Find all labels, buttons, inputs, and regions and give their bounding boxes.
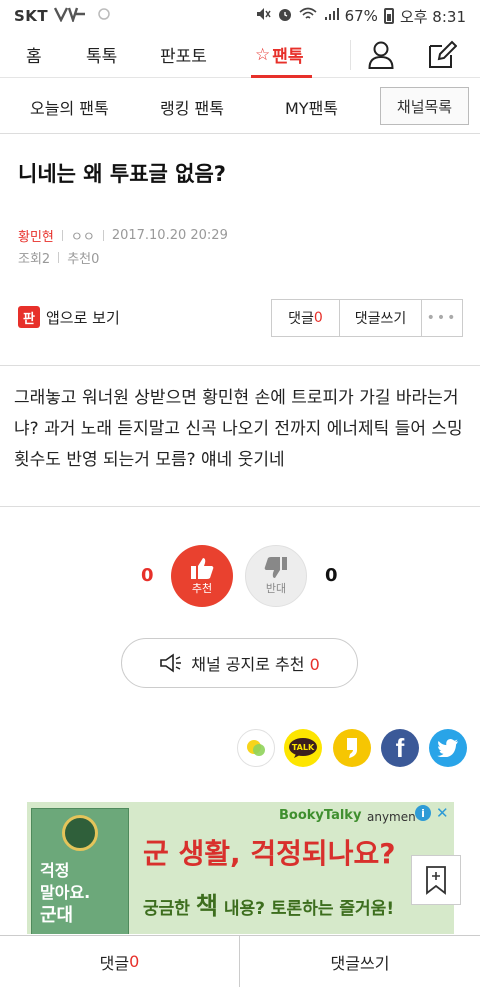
post-title: 니네는 왜 투표글 없음? [18, 162, 226, 186]
subtab-today[interactable]: 오늘의 팬톡 [30, 95, 109, 119]
ad-headline: 군 생활, 걱정되나요? [143, 837, 396, 870]
thumbs-down-icon [264, 557, 287, 578]
tab-toktok[interactable]: 톡톡 [86, 32, 117, 78]
signal-logo-icon [54, 6, 92, 26]
ad-info-icon[interactable]: i [415, 805, 431, 821]
ad-brand-secondary: anymen [367, 810, 416, 824]
bottom-bar: 댓글 0 댓글쓰기 [0, 935, 480, 987]
comment-button-group: 댓글 0 댓글쓰기 ••• [271, 299, 463, 337]
bookmark-add-icon [426, 866, 446, 895]
bottom-comment-button[interactable]: 댓글 0 [0, 936, 240, 987]
twitter-icon [437, 739, 458, 757]
facebook-icon: f [395, 732, 405, 763]
nav-divider [350, 40, 351, 70]
meta-divider [102, 230, 104, 241]
ad-banner[interactable]: 걱정 말아요. 군대 BookyTalky anymen i ✕ 군 생활, 걱… [27, 802, 454, 934]
divider [0, 365, 480, 366]
subtab-ranking[interactable]: 랭킹 팬톡 [160, 95, 224, 119]
tab-panphoto[interactable]: 판포토 [160, 32, 207, 78]
tab-label: 팬톡 [272, 47, 304, 67]
kakaotalk-icon: TALK [289, 738, 317, 758]
post-stats: 조회2 추천0 [18, 248, 99, 267]
downvote-label: 반대 [265, 582, 287, 595]
channel-notice-button[interactable]: 채널 공지로 추천 0 [121, 638, 358, 688]
write-button[interactable] [427, 40, 457, 70]
ad-book-cover: 걱정 말아요. 군대 [31, 808, 129, 934]
app-view-label: 앱으로 보기 [46, 308, 120, 327]
comment-label: 댓글 [288, 311, 314, 327]
channel-list-button[interactable]: 채널목록 [380, 87, 469, 125]
comment-label: 댓글 [99, 953, 130, 973]
post-date: 2017.10.20 20:29 [111, 228, 228, 243]
tab-home[interactable]: 홈 [26, 32, 42, 78]
military-badge-icon [62, 815, 98, 851]
carrier-label: SKT [14, 7, 49, 25]
megaphone-icon [160, 653, 182, 673]
book-title-line: 걱정 [40, 861, 70, 880]
top-nav: 홈 톡톡 판포토 ☆ 팬톡 [0, 32, 480, 78]
bookmark-button[interactable] [411, 855, 461, 905]
facebook-share-button[interactable]: f [381, 729, 419, 767]
ad-brand: BookyTalky [279, 808, 362, 823]
recommend-count: 추천0 [67, 252, 100, 267]
app-view-button[interactable]: 판 앱으로 보기 [18, 306, 120, 328]
tab-label: 톡톡 [86, 47, 118, 67]
upvote-button[interactable]: 추천 [171, 545, 233, 607]
tab-label: 홈 [26, 47, 42, 67]
tab-fantalk[interactable]: ☆ 팬톡 [251, 32, 311, 78]
kakaopage-share-button[interactable] [333, 729, 371, 767]
kakaostory-share-button[interactable] [237, 729, 275, 767]
status-bar: SKT 67% 오후 8:31 [0, 0, 480, 32]
ad-sub-emphasis: 책 [195, 892, 218, 920]
downvote-count: 0 [325, 565, 338, 586]
post-author[interactable]: 황민현 [18, 226, 54, 245]
twitter-share-button[interactable] [429, 729, 467, 767]
battery-percent: 67% [344, 7, 378, 25]
star-icon: ☆ [255, 44, 271, 65]
more-button[interactable]: ••• [422, 300, 462, 336]
post-meta: 황민현 ㅇㅇ 2017.10.20 20:29 [18, 226, 228, 245]
meta-divider [61, 230, 63, 241]
mute-icon [255, 6, 271, 26]
write-comment-button[interactable]: 댓글쓰기 [340, 300, 422, 336]
bottom-write-comment-button[interactable]: 댓글쓰기 [240, 936, 480, 987]
ad-sub-part: 내용? 토론하는 즐거움! [223, 899, 395, 919]
downvote-button[interactable]: 반대 [245, 545, 307, 607]
clock: 오후 8:31 [399, 7, 466, 26]
user-icon [368, 41, 394, 69]
comment-count: 0 [313, 310, 323, 326]
book-title-line: 군대 [40, 905, 74, 926]
battery-icon [383, 8, 394, 24]
view-count: 조회2 [18, 252, 51, 267]
wifi-icon [299, 7, 317, 25]
sub-nav: 오늘의 팬톡 랭킹 팬톡 MY팬톡 채널목록 [0, 78, 480, 134]
kakaostory-icon [247, 740, 265, 756]
ad-close-icon[interactable]: ✕ [436, 804, 449, 822]
edit-icon [429, 40, 457, 68]
upvote-label: 추천 [191, 582, 213, 595]
user-button[interactable] [366, 40, 396, 70]
notice-count: 0 [309, 655, 320, 674]
pann-logo-icon: 판 [18, 306, 40, 328]
divider [0, 506, 480, 507]
circle-indicator-icon [98, 8, 110, 24]
cell-signal-icon [323, 7, 339, 25]
meta-divider [58, 252, 60, 263]
thumbs-up-icon [191, 558, 214, 579]
subtab-my[interactable]: MY팬톡 [285, 95, 338, 119]
ad-subline: 궁금한 책 내용? 토론하는 즐거움! [143, 886, 394, 921]
author-tag: ㅇㅇ [70, 230, 95, 245]
comment-button[interactable]: 댓글 0 [272, 300, 340, 336]
comment-count: 0 [129, 952, 140, 971]
ad-sub-part: 궁금한 [143, 899, 190, 919]
tab-label: 판포토 [160, 47, 207, 67]
kakaopage-icon [347, 738, 357, 758]
kakaotalk-share-button[interactable]: TALK [284, 729, 322, 767]
book-title-line: 말아요. [40, 883, 91, 902]
notice-label: 채널 공지로 추천 [191, 655, 305, 674]
post-body: 그래놓고 워너원 상받으면 황민현 손에 트로피가 가길 바라는거냐? 과거 노… [14, 388, 463, 470]
kakaotalk-text: TALK [292, 743, 315, 752]
upvote-count: 0 [141, 565, 154, 586]
alarm-icon [277, 6, 293, 26]
